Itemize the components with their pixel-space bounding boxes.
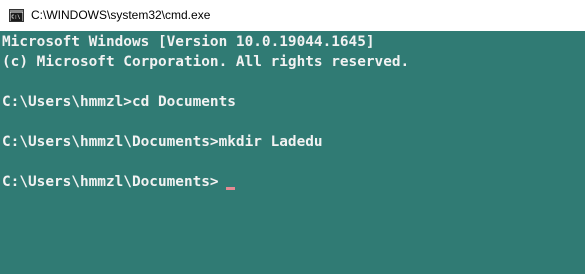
svg-text:C:\: C:\ [11,15,20,21]
text-cursor [226,187,235,190]
console-prompt: C:\Users\hmmzl\Documents> [2,174,219,190]
console-line: (c) Microsoft Corporation. All rights re… [2,54,410,70]
console-area[interactable]: Microsoft Windows [Version 10.0.19044.16… [0,31,585,274]
console-line: Microsoft Windows [Version 10.0.19044.16… [2,34,375,50]
console-line: C:\Users\hmmzl\Documents>mkdir Ladedu [2,134,323,150]
cmd-window: C:\ C:\WINDOWS\system32\cmd.exe Microsof… [0,0,585,274]
console-icon: C:\ [9,9,24,22]
title-bar[interactable]: C:\ C:\WINDOWS\system32\cmd.exe [0,0,585,31]
console-line: C:\Users\hmmzl>cd Documents [2,94,236,110]
window-title: C:\WINDOWS\system32\cmd.exe [31,8,211,22]
